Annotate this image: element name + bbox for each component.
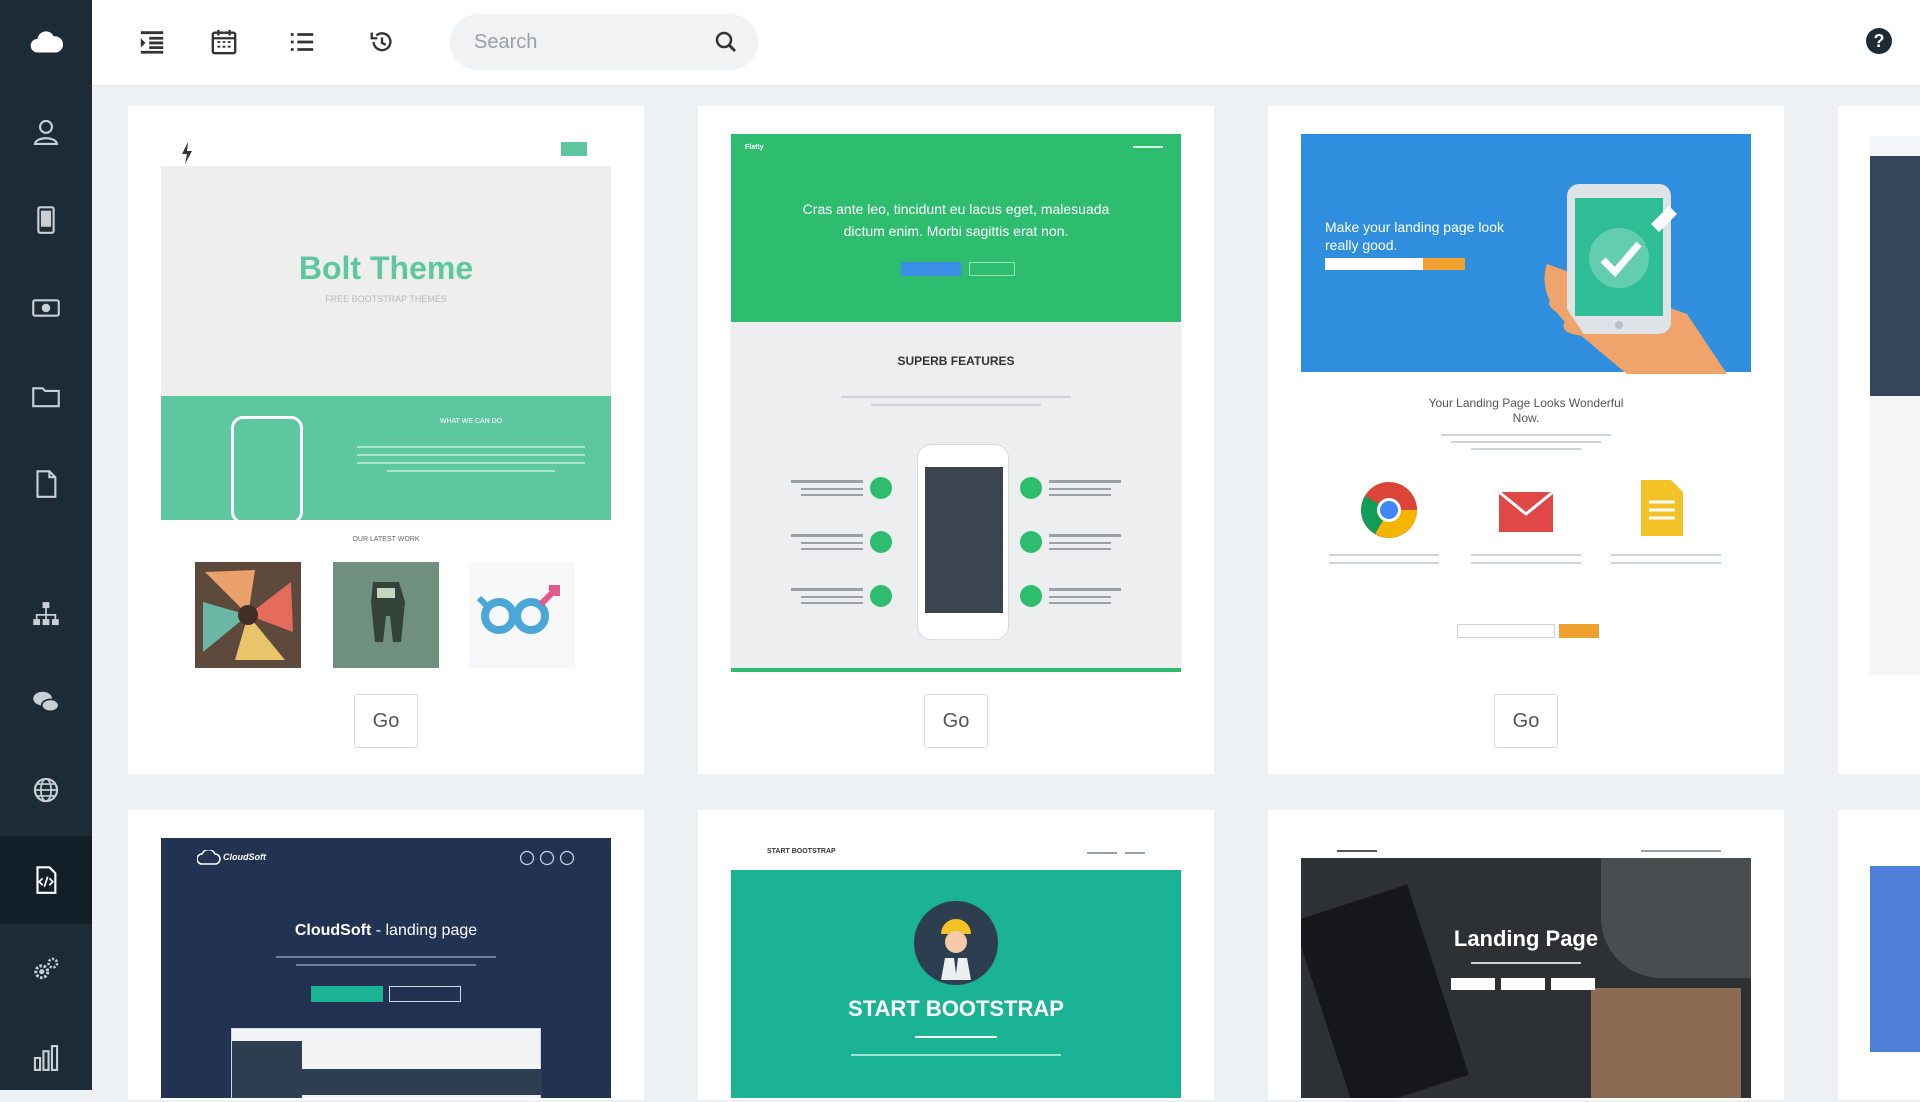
template-preview-landing[interactable]: Make your landing page look really good.… bbox=[1301, 134, 1751, 672]
template-preview-partial-2[interactable] bbox=[1870, 866, 1920, 1052]
globe-icon[interactable] bbox=[0, 746, 92, 834]
phone-photo bbox=[1301, 884, 1469, 1098]
template-preview-partial[interactable] bbox=[1870, 136, 1920, 674]
calendar-icon[interactable] bbox=[206, 24, 242, 60]
hand-tablet-illustration bbox=[1544, 184, 1727, 374]
work-thumb-symbol bbox=[469, 562, 575, 668]
startbootstrap-divider bbox=[915, 1036, 997, 1038]
template-preview-startbootstrap[interactable]: START BOOTSTRAP START BOOTSTRAP bbox=[731, 838, 1181, 1098]
bar-chart-icon[interactable] bbox=[0, 1014, 92, 1102]
bolt-section-title: OUR LATEST WORK bbox=[352, 536, 420, 543]
tablet-icon[interactable] bbox=[0, 176, 92, 264]
cloudsoft-brand: CloudSoft bbox=[223, 852, 266, 862]
sitemap-icon[interactable] bbox=[0, 570, 92, 658]
landing-page-button-2 bbox=[1501, 978, 1545, 990]
bolt-icon bbox=[182, 142, 192, 164]
flatty-hero: Flatty Cras ante leo, tincidunt eu lacus… bbox=[731, 134, 1181, 322]
template-card-partial-2 bbox=[1838, 810, 1920, 1100]
landing-page-hero: Landing Page bbox=[1301, 858, 1751, 1098]
logo-cloud-icon[interactable] bbox=[0, 0, 92, 88]
phone-outline bbox=[231, 416, 303, 524]
template-card-bolt: Bolt Theme FREE BOOTSTRAP THEMES WHAT WE… bbox=[128, 106, 644, 774]
bolt-band: WHAT WE CAN DO bbox=[161, 396, 611, 524]
hand-photo bbox=[1591, 988, 1741, 1098]
cloudsoft-cta-secondary bbox=[389, 986, 461, 1002]
bolt-hero: Bolt Theme FREE BOOTSTRAP THEMES bbox=[161, 166, 611, 396]
history-icon[interactable] bbox=[364, 24, 400, 60]
landing-page-title: Landing Page bbox=[1453, 926, 1599, 951]
landing-hero-text: Make your landing page look really good. bbox=[1325, 219, 1505, 253]
work-thumb-robot bbox=[333, 562, 439, 668]
cloudsoft-screenshot bbox=[231, 1028, 542, 1098]
folder-icon[interactable] bbox=[0, 352, 92, 440]
template-card-startbootstrap: START BOOTSTRAP START BOOTSTRAP bbox=[698, 810, 1214, 1100]
flatty-cta-secondary bbox=[969, 262, 1015, 276]
bolt-title: Bolt Theme bbox=[298, 250, 474, 286]
chat-icon[interactable] bbox=[0, 658, 92, 746]
avatar-icon bbox=[914, 901, 998, 985]
cloudsoft-cta-primary bbox=[311, 986, 383, 1002]
bolt-subtitle: FREE BOOTSTRAP THEMES bbox=[325, 294, 447, 304]
partial-hero bbox=[1870, 156, 1920, 396]
landing-footer-input bbox=[1457, 624, 1555, 638]
cloudsoft-logo-icon bbox=[197, 850, 221, 865]
startbootstrap-hero: START BOOTSTRAP bbox=[731, 870, 1181, 1098]
landing-email-input bbox=[1325, 258, 1423, 270]
flatty-hero-text: Cras ante leo, tincidunt eu lacus eget, … bbox=[802, 201, 1110, 239]
landing-heading: Your Landing Page Looks Wonderful Now. bbox=[1428, 396, 1624, 425]
landing-hero: Make your landing page look really good. bbox=[1301, 134, 1751, 374]
landing-page-button-1 bbox=[1451, 978, 1495, 990]
glasses-photo bbox=[1601, 858, 1751, 978]
flatty-cta-primary bbox=[901, 262, 961, 276]
template-card-landing: Make your landing page look really good.… bbox=[1268, 106, 1784, 774]
flatty-footer-line bbox=[731, 668, 1181, 672]
chrome-logo-icon bbox=[1361, 482, 1417, 538]
indent-icon[interactable] bbox=[134, 24, 170, 60]
search-input[interactable] bbox=[474, 28, 704, 56]
bolt-nav-button bbox=[561, 142, 587, 156]
template-preview-landing-page[interactable]: Landing Page bbox=[1301, 838, 1751, 1098]
flatty-brand: Flatty bbox=[745, 144, 764, 151]
mail-icon bbox=[1498, 490, 1554, 532]
template-preview-cloudsoft[interactable]: CloudSoft CloudSoft - landing page bbox=[161, 838, 611, 1098]
cogs-icon[interactable] bbox=[0, 926, 92, 1014]
cloudsoft-title: CloudSoft - landing page bbox=[294, 922, 478, 939]
landing-footer-button bbox=[1559, 624, 1599, 638]
go-button[interactable]: Go bbox=[1494, 694, 1558, 748]
sidebar bbox=[0, 0, 92, 1090]
file-icon[interactable] bbox=[0, 440, 92, 528]
topbar: ? bbox=[92, 0, 1920, 86]
work-thumb-pinwheel bbox=[195, 562, 301, 668]
template-preview-bolt[interactable]: Bolt Theme FREE BOOTSTRAP THEMES WHAT WE… bbox=[161, 134, 611, 672]
template-preview-flatty[interactable]: Flatty Cras ante leo, tincidunt eu lacus… bbox=[731, 134, 1181, 672]
template-card-partial bbox=[1838, 106, 1920, 774]
flatty-feature-list bbox=[791, 477, 1121, 607]
cloudsoft-social-icons bbox=[519, 850, 575, 866]
go-button[interactable]: Go bbox=[924, 694, 988, 748]
list-icon[interactable] bbox=[284, 24, 320, 60]
template-card-flatty: Flatty Cras ante leo, tincidunt eu lacus… bbox=[698, 106, 1214, 774]
template-card-cloudsoft: CloudSoft CloudSoft - landing page bbox=[128, 810, 644, 1100]
flatty-nav bbox=[1133, 146, 1163, 151]
document-icon bbox=[1641, 480, 1683, 536]
search-icon[interactable] bbox=[714, 30, 738, 54]
help-icon[interactable]: ? bbox=[1866, 28, 1892, 54]
bolt-work: OUR LATEST WORK bbox=[161, 520, 611, 672]
code-file-icon[interactable] bbox=[0, 836, 92, 924]
bolt-band-title: WHAT WE CAN DO bbox=[439, 418, 503, 425]
search-box bbox=[450, 14, 758, 70]
money-icon[interactable] bbox=[0, 264, 92, 352]
startbootstrap-title: START BOOTSTRAP bbox=[848, 996, 1064, 1021]
go-button[interactable]: Go bbox=[354, 694, 418, 748]
landing-page-button-3 bbox=[1551, 978, 1595, 990]
landing-signup-button bbox=[1423, 258, 1465, 270]
flatty-features-title: SUPERB FEATURES bbox=[897, 354, 1015, 368]
startbootstrap-header: START BOOTSTRAP bbox=[767, 848, 836, 855]
user-icon[interactable] bbox=[0, 88, 92, 176]
template-card-landing-page: Landing Page bbox=[1268, 810, 1784, 1100]
